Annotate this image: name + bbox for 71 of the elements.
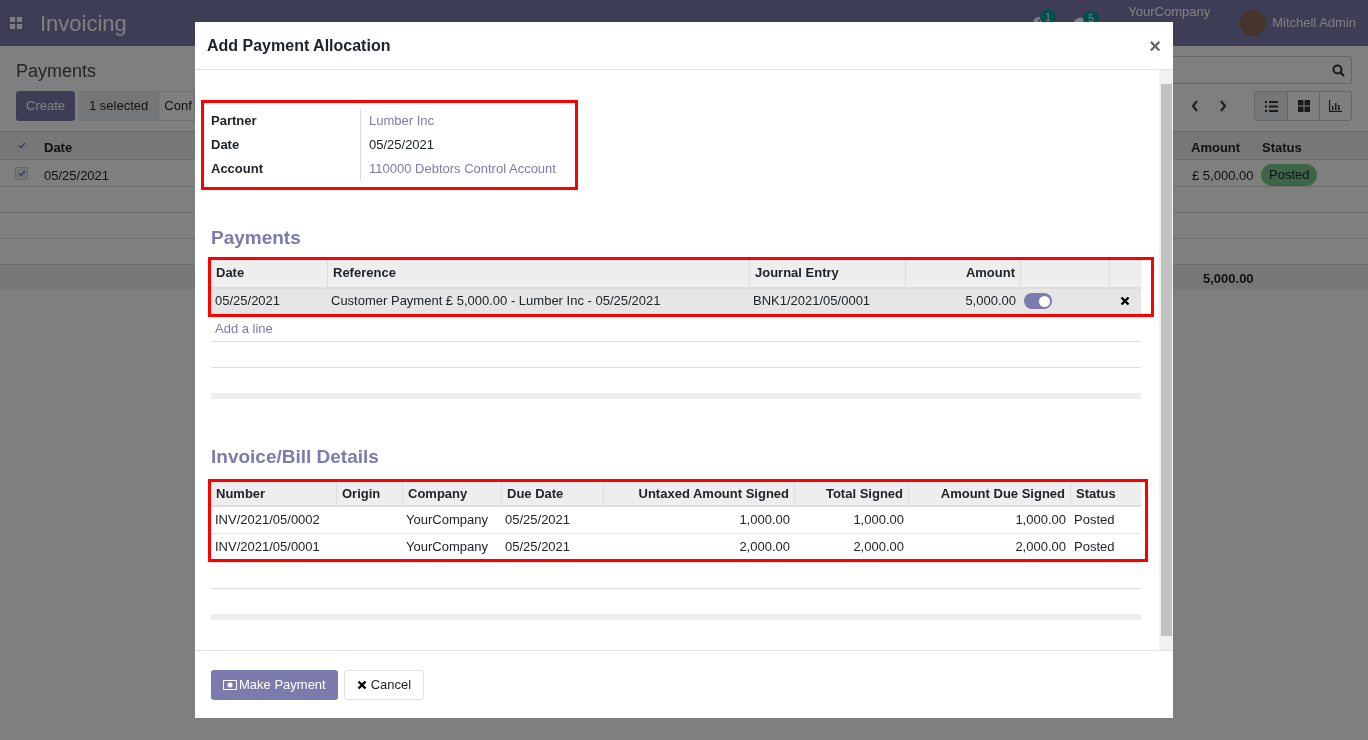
user-menu[interactable]: Mitchell Admin xyxy=(1272,13,1356,33)
field-link[interactable]: 110000 Debtors Control Account xyxy=(361,159,556,179)
table-cell-text: BNK1/2021/05/0001 xyxy=(752,292,872,311)
field-label: Partner xyxy=(211,109,361,133)
table-cell-text: 1,000.00 xyxy=(738,511,791,530)
table-cell-text: Customer Payment £ 5,000.00 - Lumber Inc - 05/25/2021 xyxy=(330,292,662,311)
toolbar-button[interactable]: Create xyxy=(16,91,76,121)
table-cell-text: Posted xyxy=(1073,511,1116,530)
scrollbar[interactable] xyxy=(1159,70,1173,650)
apps-menu-icon xyxy=(9,16,23,30)
field-value: 05/25/2021 xyxy=(368,136,435,155)
bar-chart-icon xyxy=(1329,100,1342,112)
column-header: Status xyxy=(1070,482,1141,505)
column-header: Total Signed xyxy=(794,482,908,505)
column-header: Journal Entry xyxy=(749,259,905,287)
field-link[interactable]: Lumber Inc xyxy=(361,111,435,131)
search-icon xyxy=(1332,63,1345,77)
previous-page-icon xyxy=(1191,100,1199,112)
column-header: Date xyxy=(215,264,246,283)
row-checkbox[interactable] xyxy=(15,167,28,180)
list-icon xyxy=(1264,100,1278,112)
column-header: Reference xyxy=(327,259,749,287)
table-cell-text: 05/25/2021 xyxy=(214,292,282,311)
delete-icon xyxy=(1120,296,1130,306)
table-cell-text: 1,000.00 xyxy=(1014,511,1067,530)
section-title: Payments xyxy=(211,226,302,250)
close-button[interactable]: × xyxy=(1149,35,1161,56)
table-cell-text: INV/2021/05/0001 xyxy=(214,537,321,556)
table-cell-text: YourCompany xyxy=(405,537,489,556)
table-cell-text: 1,000.00 xyxy=(852,511,905,530)
table-cell-text: YourCompany xyxy=(405,511,489,530)
toolbar-button[interactable]: 1 selected xyxy=(79,91,159,121)
table-cell-text: 2,000.00 xyxy=(1014,537,1067,556)
column-header: Amount xyxy=(905,259,1020,287)
table-cell-text: 2,000.00 xyxy=(738,537,791,556)
company-switcher[interactable]: YourCompany xyxy=(1128,4,1211,19)
next-page-icon xyxy=(1219,100,1227,112)
add-line-link[interactable]: Add a line xyxy=(211,316,273,341)
app-title: Invoicing xyxy=(40,9,127,38)
dialog-title: Add Payment Allocation xyxy=(207,35,391,56)
table-cell-text: 05/25/2021 xyxy=(504,537,572,556)
table-cell-text: 2,000.00 xyxy=(852,537,905,556)
avatar xyxy=(1240,10,1267,36)
page-title: Payments xyxy=(16,60,97,83)
toggle-switch[interactable] xyxy=(1024,293,1052,309)
column-header: Due Date xyxy=(501,482,603,505)
column-header: Amount xyxy=(1191,139,1241,157)
field-label: Account xyxy=(211,157,361,181)
column-header: Amount Due Signed xyxy=(908,482,1070,505)
column-header: Untaxed Amount Signed xyxy=(603,482,794,505)
column-header: Status xyxy=(1262,139,1302,157)
cancel-button[interactable]: Cancel xyxy=(343,669,425,700)
close-icon xyxy=(356,679,367,690)
table-cell-text: 05/25/2021 xyxy=(504,511,572,530)
make-payment-button[interactable]: Make Payment xyxy=(211,669,338,700)
column-header: Origin xyxy=(336,482,402,505)
table-cell-text: 5,000.00 xyxy=(964,292,1017,311)
table-cell-text: £ 5,000.00 xyxy=(1192,167,1254,185)
column-header: Date xyxy=(44,139,73,157)
column-header: Number xyxy=(215,484,267,503)
money-icon xyxy=(223,679,237,690)
field-label: Date xyxy=(211,133,361,157)
table-cell-text: 05/25/2021 xyxy=(44,167,110,185)
total-amount: 5,000.00 xyxy=(1203,270,1254,288)
list-view-button[interactable] xyxy=(1255,92,1287,120)
toolbar-button[interactable]: Conf xyxy=(158,91,195,121)
column-header: Company xyxy=(402,482,501,505)
table-cell-text: INV/2021/05/0002 xyxy=(214,511,321,530)
grid-icon xyxy=(1297,100,1310,112)
table-cell-text: Posted xyxy=(1073,537,1116,556)
section-title: Invoice/Bill Details xyxy=(211,444,380,469)
